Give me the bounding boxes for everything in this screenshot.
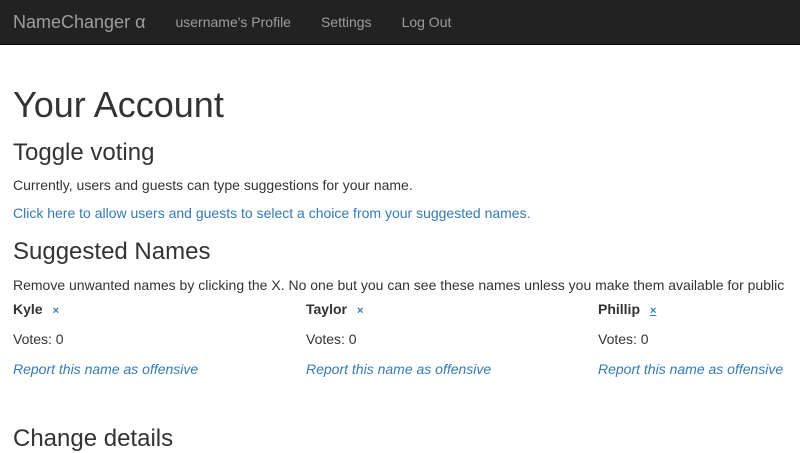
vote-count: Votes: 0: [598, 331, 649, 347]
vote-count: Votes: 0: [306, 331, 357, 347]
brand-link[interactable]: NameChanger α: [13, 12, 145, 33]
nav-profile-link[interactable]: username's Profile: [175, 14, 291, 30]
suggested-names-description: Remove unwanted names by clicking the X.…: [13, 277, 785, 293]
suggested-name: Phillip: [598, 301, 640, 317]
suggested-name: Kyle: [13, 301, 43, 317]
nav-settings-link[interactable]: Settings: [321, 14, 372, 30]
remove-name-button[interactable]: ×: [357, 305, 363, 317]
suggested-names-heading: Suggested Names: [13, 238, 211, 265]
report-offensive-link[interactable]: Report this name as offensive: [306, 361, 491, 377]
vote-count: Votes: 0: [13, 331, 64, 347]
page-title: Your Account: [13, 84, 224, 125]
navbar: NameChanger α username's Profile Setting…: [0, 0, 800, 45]
voting-status-text: Currently, users and guests can type sug…: [13, 177, 413, 193]
suggested-name: Taylor: [306, 301, 347, 317]
suggested-names-list: Kyle × Votes: 0 Report this name as offen…: [13, 295, 787, 415]
report-offensive-link[interactable]: Report this name as offensive: [13, 361, 198, 377]
remove-name-button[interactable]: ×: [53, 305, 59, 317]
main-content: Your Account Toggle voting Currently, us…: [0, 85, 800, 415]
report-offensive-link[interactable]: Report this name as offensive: [598, 361, 783, 377]
remove-name-button[interactable]: ×: [650, 305, 656, 317]
nav-logout-link[interactable]: Log Out: [402, 14, 452, 30]
toggle-voting-heading: Toggle voting: [13, 139, 155, 166]
change-details-heading: Change details: [13, 425, 174, 452]
toggle-voting-link[interactable]: Click here to allow users and guests to …: [13, 205, 787, 221]
